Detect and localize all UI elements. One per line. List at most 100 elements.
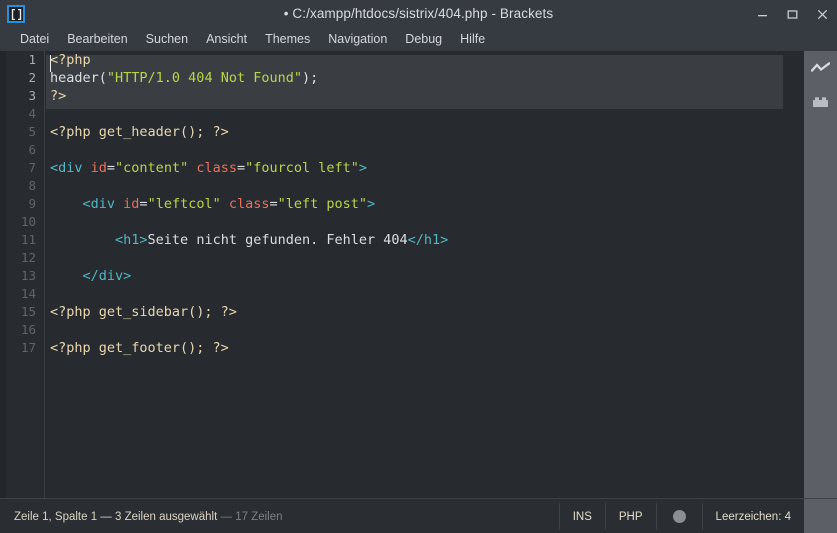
- token-phptag: ?>: [50, 88, 66, 104]
- code-line[interactable]: 12: [0, 249, 837, 267]
- code-line[interactable]: 3 ?>: [0, 87, 837, 105]
- code-line[interactable]: 14: [0, 285, 837, 303]
- line-number: 17: [0, 339, 36, 357]
- token-phptag: <?php get_sidebar(); ?>: [50, 304, 237, 320]
- brackets-window: • C:/xampp/htdocs/sistrix/404.php - Brac…: [0, 0, 837, 533]
- token-op: =: [139, 196, 147, 212]
- minimize-icon[interactable]: [747, 0, 777, 28]
- close-icon[interactable]: [807, 0, 837, 28]
- token-op: =: [107, 160, 115, 176]
- code-line[interactable]: 5 <?php get_header(); ?>: [0, 123, 837, 141]
- line-number: 9: [0, 195, 36, 213]
- line-content: <?php get_sidebar(); ?>: [50, 303, 237, 321]
- cursor-position-text: Zeile 1, Spalte 1 — 3 Zeilen ausgewählt: [14, 511, 217, 523]
- brackets-logo-icon: [7, 5, 25, 23]
- line-number: 1: [0, 51, 36, 69]
- status-bar-right-pad: [804, 499, 837, 533]
- token-plain: [221, 196, 229, 212]
- token-str: "content": [115, 160, 188, 176]
- token-attr: class: [196, 160, 237, 176]
- token-op: =: [237, 160, 245, 176]
- title-bar: • C:/xampp/htdocs/sistrix/404.php - Brac…: [0, 0, 837, 28]
- token-str: "left post": [278, 196, 367, 212]
- code-line[interactable]: 17 <?php get_footer(); ?>: [0, 339, 837, 357]
- token-tag: <div: [83, 196, 124, 212]
- token-tag: >: [359, 160, 367, 176]
- cursor-position-status: Zeile 1, Spalte 1 — 3 Zeilen ausgewählt …: [0, 511, 283, 523]
- code-line[interactable]: 8: [0, 177, 837, 195]
- line-number: 14: [0, 285, 36, 303]
- window-controls: [747, 0, 837, 28]
- line-number: 5: [0, 123, 36, 141]
- token-phptag: <?php get_header(); ?>: [50, 124, 229, 140]
- line-number: 10: [0, 213, 36, 231]
- code-line[interactable]: 6: [0, 141, 837, 159]
- status-circle-dot: [673, 510, 686, 523]
- token-plain: [50, 268, 83, 284]
- line-content: <div id="leftcol" class="left post">: [50, 195, 375, 213]
- line-number: 7: [0, 159, 36, 177]
- menu-item-hilfe[interactable]: Hilfe: [451, 28, 494, 51]
- token-plain: Seite nicht gefunden. Fehler 404: [148, 232, 408, 248]
- token-plain: );: [302, 70, 318, 86]
- code-line[interactable]: 13 </div>: [0, 267, 837, 285]
- token-tag: <div: [50, 160, 91, 176]
- code-line[interactable]: 9 <div id="leftcol" class="left post">: [0, 195, 837, 213]
- code-editor[interactable]: 1 <?php2header("HTTP/1.0 404 Not Found");…: [0, 51, 837, 498]
- token-attr: class: [229, 196, 270, 212]
- code-line[interactable]: 16: [0, 321, 837, 339]
- line-number: 16: [0, 321, 36, 339]
- token-attr: id: [123, 196, 139, 212]
- line-content: <h1>Seite nicht gefunden. Fehler 404</h1…: [50, 231, 448, 249]
- token-str: "leftcol": [148, 196, 221, 212]
- indent-setting-button[interactable]: Leerzeichen: 4: [702, 503, 804, 530]
- code-line[interactable]: 15 <?php get_sidebar(); ?>: [0, 303, 837, 321]
- menu-item-debug[interactable]: Debug: [396, 28, 451, 51]
- extension-manager-icon[interactable]: [804, 85, 837, 119]
- line-content: <?php: [50, 51, 91, 69]
- line-content: <div id="content" class="fourcol left">: [50, 159, 367, 177]
- token-attr: id: [91, 160, 107, 176]
- right-toolbar: [804, 51, 837, 498]
- code-line[interactable]: 11 <h1>Seite nicht gefunden. Fehler 404<…: [0, 231, 837, 249]
- line-content: </div>: [50, 267, 131, 285]
- total-lines-text: — 17 Zeilen: [221, 511, 283, 523]
- token-plain: [50, 196, 83, 212]
- token-str: "HTTP/1.0 404 Not Found": [107, 70, 302, 86]
- line-number: 6: [0, 141, 36, 159]
- code-line[interactable]: 1 <?php: [0, 51, 837, 69]
- live-preview-icon[interactable]: [804, 51, 837, 85]
- menu-item-bearbeiten[interactable]: Bearbeiten: [58, 28, 136, 51]
- status-circle-icon[interactable]: [656, 503, 702, 530]
- token-plain: [50, 232, 115, 248]
- line-number: 4: [0, 105, 36, 123]
- menu-item-themes[interactable]: Themes: [256, 28, 319, 51]
- line-content: <?php get_header(); ?>: [50, 123, 229, 141]
- menu-item-ansicht[interactable]: Ansicht: [197, 28, 256, 51]
- menu-bar: DateiBearbeitenSuchenAnsichtThemesNaviga…: [0, 28, 837, 51]
- token-op: =: [270, 196, 278, 212]
- line-number: 3: [0, 87, 36, 105]
- line-content: <?php get_footer(); ?>: [50, 339, 229, 357]
- line-number: 11: [0, 231, 36, 249]
- token-tag: </div>: [83, 268, 132, 284]
- code-line[interactable]: 4: [0, 105, 837, 123]
- window-title: • C:/xampp/htdocs/sistrix/404.php - Brac…: [0, 0, 837, 28]
- overwrite-mode-button[interactable]: INS: [559, 503, 605, 530]
- token-str: "fourcol left": [245, 160, 359, 176]
- line-number: 8: [0, 177, 36, 195]
- line-number: 15: [0, 303, 36, 321]
- code-line[interactable]: 7<div id="content" class="fourcol left">: [0, 159, 837, 177]
- menu-item-datei[interactable]: Datei: [11, 28, 58, 51]
- language-selector-button[interactable]: PHP: [605, 503, 656, 530]
- code-line[interactable]: 10: [0, 213, 837, 231]
- menu-item-navigation[interactable]: Navigation: [319, 28, 396, 51]
- token-plain: header(: [50, 70, 107, 86]
- code-lines[interactable]: 1 <?php2header("HTTP/1.0 404 Not Found");…: [0, 51, 837, 498]
- token-tag: >: [367, 196, 375, 212]
- maximize-icon[interactable]: [777, 0, 807, 28]
- menu-item-suchen[interactable]: Suchen: [137, 28, 197, 51]
- line-number: 13: [0, 267, 36, 285]
- code-line[interactable]: 2header("HTTP/1.0 404 Not Found");: [0, 69, 837, 87]
- status-bar: Zeile 1, Spalte 1 — 3 Zeilen ausgewählt …: [0, 498, 837, 533]
